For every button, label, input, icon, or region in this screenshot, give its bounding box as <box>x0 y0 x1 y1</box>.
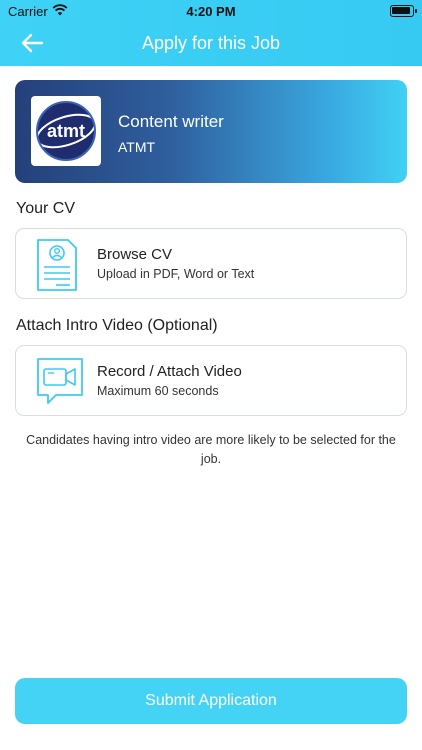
cv-section-label: Your CV <box>16 200 75 217</box>
browse-cv-title: Browse CV <box>97 246 173 263</box>
submit-application-button[interactable]: Submit Application <box>15 678 407 724</box>
intro-video-hint: Candidates having intro video are more l… <box>26 433 396 466</box>
logo-text: atmt <box>47 121 85 141</box>
page-title: Apply for this Job <box>141 33 281 53</box>
record-video-subtitle: Maximum 60 seconds <box>97 384 219 398</box>
record-video-button[interactable]: Record / Attach Video Maximum 60 seconds <box>15 345 407 416</box>
job-title: Content writer <box>118 112 224 131</box>
battery-icon <box>390 5 417 17</box>
video-section-label: Attach Intro Video (Optional) <box>16 317 218 334</box>
record-video-title: Record / Attach Video <box>97 363 242 380</box>
company-name: ATMT <box>118 139 156 155</box>
video-camera-chat-icon <box>37 358 83 404</box>
app-header: Carrier 4:20 PM Apply for this Job <box>0 0 422 66</box>
browse-cv-subtitle: Upload in PDF, Word or Text <box>97 267 255 281</box>
browse-cv-button[interactable]: Browse CV Upload in PDF, Word or Text <box>15 228 407 299</box>
job-card: atmt Content writer ATMT <box>15 80 407 183</box>
status-time: 4:20 PM <box>186 4 236 19</box>
resume-document-icon <box>37 239 77 291</box>
status-bar: Carrier 4:20 PM <box>0 0 422 22</box>
company-logo: atmt <box>31 96 101 166</box>
